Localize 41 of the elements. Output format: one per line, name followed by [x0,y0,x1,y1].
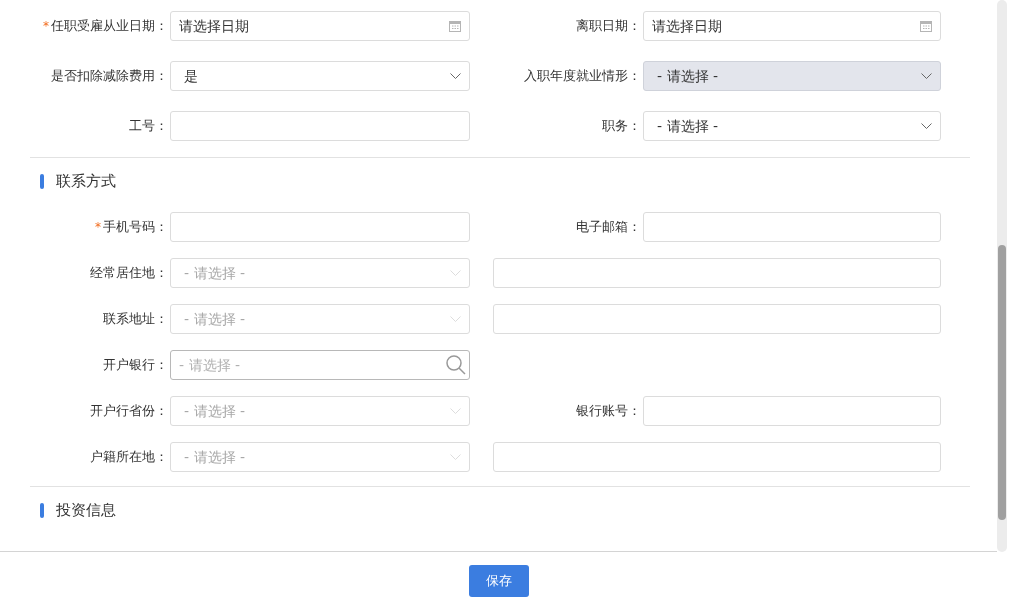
input-field[interactable] [493,258,941,288]
required-asterisk: * [43,20,49,32]
field-label: 离职日期： [576,17,641,36]
section-title: 投资信息 [56,499,116,521]
save-button[interactable]: 保存 [468,565,529,597]
input-field[interactable] [170,111,470,141]
field-label: 户籍所在地： [90,448,168,467]
input-field[interactable] [493,304,941,334]
date-field[interactable]: 请选择日期 [170,11,470,41]
chevron-down-icon[interactable] [921,72,932,80]
section-marker [40,502,44,518]
section-marker [40,173,44,189]
field-label: 银行账号： [576,402,641,421]
field-label: 电子邮箱： [576,218,641,237]
field-label: 是否扣除减除费用： [51,67,168,86]
field-label: 入职年度就业情形： [524,67,641,86]
field-label: 工号： [129,117,168,136]
dropdown-field[interactable]: 是 [170,61,470,91]
input-field[interactable] [643,396,941,426]
input-field[interactable] [643,212,941,242]
required-asterisk: * [95,221,101,233]
chevron-down-icon[interactable] [450,72,461,80]
dropdown-field[interactable]: - 请选择 - [643,111,941,141]
field-label: 开户银行： [103,356,168,375]
field-label: 手机号码： [103,218,168,237]
search-icon[interactable] [445,354,467,376]
field-label: 经常居住地： [90,264,168,283]
dropdown-field[interactable]: - 请选择 - [643,61,941,91]
field-label: 联系地址： [103,310,168,329]
field-label: 任职受雇从业日期： [51,17,168,36]
calendar-icon[interactable] [449,20,461,32]
input-field[interactable] [493,442,941,472]
calendar-icon[interactable] [920,20,932,32]
search-field[interactable]: - 请选择 - [170,350,470,380]
input-field[interactable] [170,212,470,242]
section-title: 联系方式 [56,170,116,192]
field-label: 职务： [602,117,641,136]
chevron-down-icon[interactable] [921,122,932,130]
field-label: 开户行省份： [90,402,168,421]
date-field[interactable]: 请选择日期 [643,11,941,41]
scrollbar[interactable] [997,0,1007,552]
